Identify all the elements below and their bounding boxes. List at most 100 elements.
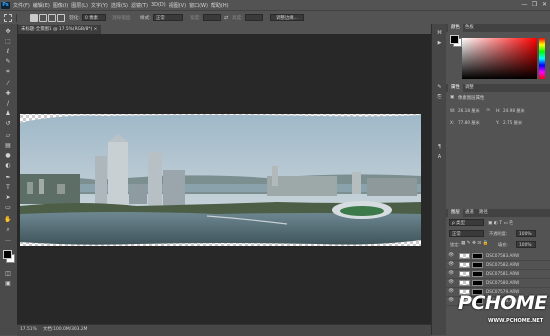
menu-view[interactable]: 视图(V) — [169, 2, 186, 9]
blend-mode-select[interactable]: 正常 — [449, 230, 484, 237]
fill-input[interactable]: 100% — [516, 241, 536, 248]
maximize-icon[interactable]: ❐ — [530, 1, 539, 9]
document-tab-bar: 未标题-全景图1 @ 17.5%(RGB/8*) × — [17, 25, 431, 34]
menu-window[interactable]: 窗口(W) — [189, 2, 208, 9]
tab-paths[interactable]: 路径 — [476, 209, 491, 217]
visibility-eye-icon[interactable]: 👁 — [448, 279, 454, 287]
brush-panel-icon[interactable]: ✎ — [436, 84, 443, 91]
filter-icons[interactable]: ▣ ◐ T ▭ ⎘ — [488, 220, 513, 226]
menu-layer[interactable]: 图层(L) — [71, 2, 88, 9]
gradient-icon[interactable]: ▤ — [4, 142, 12, 150]
style-select[interactable]: 正常 — [153, 14, 183, 21]
link-icon[interactable]: ∞ — [486, 107, 490, 113]
document-tab[interactable]: 未标题-全景图1 @ 17.5%(RGB/8*) × — [17, 25, 102, 34]
tab-adjustments[interactable]: 调整 — [462, 84, 477, 92]
prop-y-value[interactable]: 2.75 厘米 — [503, 120, 522, 126]
tab-channels[interactable]: 通道 — [462, 209, 477, 217]
more-icon[interactable]: … — [4, 236, 12, 244]
quick-select-icon[interactable]: ✎ — [4, 58, 12, 66]
visibility-eye-icon[interactable]: 👁 — [448, 252, 454, 260]
path-select-icon[interactable]: ➤ — [4, 194, 12, 202]
menu-type[interactable]: 文字(Y) — [91, 2, 108, 9]
pixel-layer-icon: ▣ — [450, 95, 455, 100]
menu-image[interactable]: 图像(I) — [53, 2, 68, 9]
clone-stamp-icon[interactable]: ♟ — [4, 110, 12, 118]
shape-icon[interactable]: ▭ — [4, 204, 12, 212]
lock-icons[interactable]: ▦ ✎ ✥ ⊡ 🔒 — [461, 241, 488, 246]
intersect-selection-icon[interactable] — [57, 14, 65, 22]
type-icon[interactable]: T — [4, 184, 12, 192]
layer-row[interactable]: 👁 DSC07582.ARW — [446, 261, 550, 270]
layer-mask-thumbnail[interactable] — [472, 280, 483, 286]
canvas-area[interactable] — [17, 34, 431, 324]
marquee-tool-icon[interactable] — [4, 14, 12, 22]
lasso-icon[interactable]: ℓ — [4, 48, 12, 56]
layer-thumbnail — [459, 280, 470, 286]
close-icon[interactable]: ✕ — [540, 1, 549, 9]
add-selection-icon[interactable] — [39, 14, 47, 22]
zoom-level[interactable]: 17.51% — [20, 325, 37, 335]
visibility-eye-icon[interactable]: 👁 — [448, 261, 454, 269]
crop-icon[interactable]: ⌗ — [4, 68, 12, 76]
actions-panel-icon[interactable]: ▶ — [436, 40, 443, 47]
menu-edit[interactable]: 编辑(E) — [33, 2, 50, 9]
refine-edge-button[interactable]: 调整边缘... — [270, 14, 304, 21]
width-input[interactable] — [203, 14, 221, 21]
menu-help[interactable]: 帮助(H) — [211, 2, 229, 9]
menu-select[interactable]: 选择(S) — [111, 2, 128, 9]
prop-w-value[interactable]: 26.18 厘米 — [458, 108, 480, 114]
color-picker-field[interactable] — [462, 38, 537, 79]
new-selection-icon[interactable] — [30, 14, 38, 22]
prop-h-value[interactable]: 24.98 厘米 — [503, 108, 525, 114]
tab-color[interactable]: 颜色 — [448, 24, 463, 32]
fg-swatch[interactable] — [450, 35, 459, 44]
healing-brush-icon[interactable]: ✚ — [4, 90, 12, 98]
screen-mode-icon[interactable]: ▣ — [4, 280, 12, 288]
layer-row[interactable]: 👁 DSC07580.ARW — [446, 279, 550, 288]
minimize-icon[interactable]: — — [520, 1, 529, 9]
eyedropper-icon[interactable]: ⁄ — [4, 80, 12, 88]
antialias-checkbox[interactable]: 消除锯齿 — [112, 15, 130, 21]
watermark-url: WWW.PCHOME.NET — [488, 318, 544, 324]
tab-properties[interactable]: 属性 — [448, 84, 463, 92]
layer-mask-thumbnail[interactable] — [472, 262, 483, 268]
paragraph-panel-icon[interactable]: ¶ — [436, 144, 443, 151]
fill-label: 填充: — [498, 242, 508, 247]
menu-file[interactable]: 文件(F) — [13, 2, 30, 9]
blur-icon[interactable]: ● — [4, 152, 12, 160]
zoom-icon[interactable]: ⌕ — [4, 226, 12, 234]
prop-y-label: Y: — [496, 120, 500, 125]
brush-icon[interactable]: / — [4, 100, 12, 108]
layer-row[interactable]: 👁 DSC07583.ARW — [446, 252, 550, 261]
opacity-input[interactable]: 100% — [516, 230, 536, 237]
subtract-selection-icon[interactable] — [48, 14, 56, 22]
character-panel-icon[interactable]: A — [436, 154, 443, 161]
history-panel-icon[interactable]: ⌘ — [436, 30, 443, 37]
visibility-eye-icon[interactable]: 👁 — [448, 270, 454, 278]
dodge-icon[interactable]: ◐ — [4, 162, 12, 170]
quick-mask-icon[interactable]: ◫ — [4, 270, 12, 278]
hand-icon[interactable]: ✋ — [4, 216, 12, 224]
foreground-color-swatch[interactable] — [3, 250, 12, 259]
pen-icon[interactable]: ✒ — [4, 174, 12, 182]
layer-mask-thumbnail[interactable] — [472, 271, 483, 277]
height-input[interactable] — [245, 14, 263, 21]
eraser-icon[interactable]: ▱ — [4, 132, 12, 140]
menu-3d[interactable]: 3D(D) — [151, 2, 166, 8]
prop-x-value[interactable]: 77.80 厘米 — [458, 120, 480, 126]
history-brush-icon[interactable]: ↺ — [4, 120, 12, 128]
feather-input[interactable]: 0 像素 — [82, 14, 106, 21]
menu-filter[interactable]: 滤镜(T) — [131, 2, 148, 9]
layer-filter-kind[interactable]: ρ 类型 — [449, 219, 484, 226]
tab-swatches[interactable]: 色板 — [462, 24, 477, 32]
tab-layers[interactable]: 图层 — [448, 209, 463, 217]
layer-mask-thumbnail[interactable] — [472, 253, 483, 259]
swap-icon[interactable]: ⇄ — [224, 15, 228, 21]
move-icon[interactable]: ✥ — [4, 28, 12, 36]
layer-row[interactable]: 👁 DSC07581.ARW — [446, 270, 550, 279]
hue-slider[interactable] — [539, 38, 545, 79]
clone-source-panel-icon[interactable]: ⎘ — [436, 94, 443, 101]
status-bar: 17.51% 文档:100.0M/303.2M — [17, 324, 431, 336]
close-tab-icon[interactable]: × — [94, 27, 98, 32]
marquee-icon[interactable]: ⬚ — [4, 38, 12, 46]
